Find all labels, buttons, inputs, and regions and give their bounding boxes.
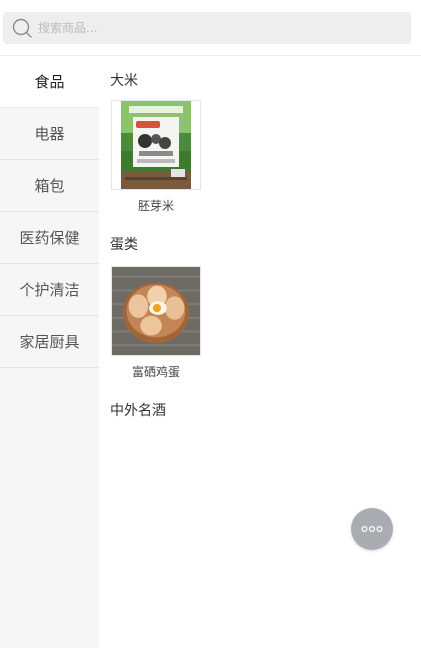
product-content: 大米 胚芽米 蛋类 富硒鸡蛋 中外名酒 xyxy=(99,56,421,648)
product-card[interactable]: 富硒鸡蛋 xyxy=(111,266,201,380)
section-title-rice: 大米 xyxy=(110,73,138,89)
rice-bag-image xyxy=(121,101,191,189)
sidebar-item-label: 医药保健 xyxy=(19,229,80,247)
sidebar-item-label: 箱包 xyxy=(34,177,65,195)
sidebar-item-label: 电器 xyxy=(34,125,65,143)
product-name: 富硒鸡蛋 xyxy=(131,365,180,379)
eggs-image xyxy=(112,267,200,355)
search-bar xyxy=(0,0,421,56)
category-sidebar: 食品 电器 箱包 医药保健 个护清洁 家居厨具 xyxy=(0,56,99,648)
page: 食品 电器 箱包 医药保健 个护清洁 家居厨具 大米 xyxy=(0,0,421,648)
sidebar-item-label: 家居厨具 xyxy=(19,333,80,351)
more-dots-icon xyxy=(361,525,383,533)
product-image xyxy=(111,100,201,190)
product-name: 胚芽米 xyxy=(137,199,174,213)
product-card[interactable]: 胚芽米 xyxy=(111,100,201,214)
search-input[interactable] xyxy=(38,14,398,42)
sidebar-item-health[interactable]: 医药保健 xyxy=(0,212,99,264)
sidebar-item-label: 个护清洁 xyxy=(19,281,80,299)
sidebar-item-food[interactable]: 食品 xyxy=(0,56,99,108)
sidebar-item-label: 食品 xyxy=(34,73,65,91)
sidebar-item-appliances[interactable]: 电器 xyxy=(0,108,99,160)
search-box[interactable] xyxy=(3,12,411,44)
more-button[interactable] xyxy=(351,508,393,550)
sidebar-item-personal-care[interactable]: 个护清洁 xyxy=(0,264,99,316)
sidebar-item-bags[interactable]: 箱包 xyxy=(0,160,99,212)
section-title-eggs: 蛋类 xyxy=(110,237,138,253)
sidebar-item-home-kitchen[interactable]: 家居厨具 xyxy=(0,316,99,368)
product-image xyxy=(111,266,201,356)
section-title-liquor: 中外名酒 xyxy=(110,403,166,419)
search-icon xyxy=(12,18,32,38)
